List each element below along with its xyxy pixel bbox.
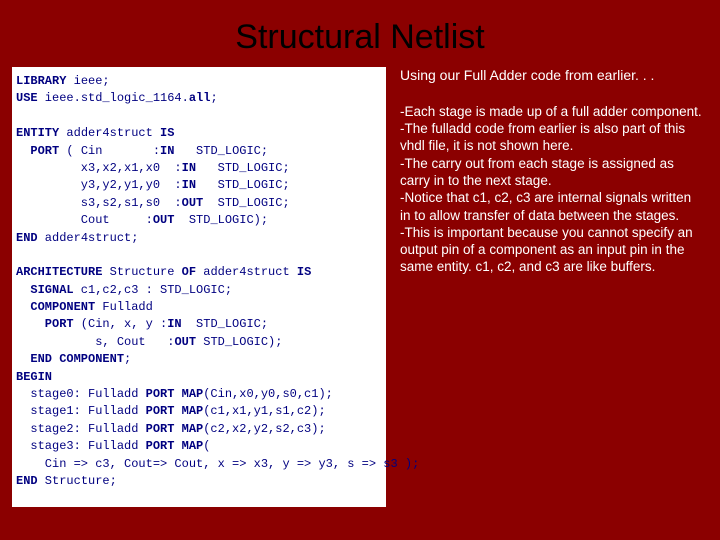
kw: OUT — [182, 196, 204, 210]
kw: IN — [182, 161, 196, 175]
t: Fulladd — [95, 300, 153, 314]
kw: END COMPONENT — [16, 352, 124, 366]
kw: IN — [160, 144, 174, 158]
kw: BEGIN — [16, 370, 52, 384]
t: stage2: Fulladd — [16, 422, 146, 436]
kw: PORT MAP — [146, 404, 204, 418]
t: ieee; — [66, 74, 109, 88]
kw: PORT MAP — [146, 439, 204, 453]
kw: IN — [167, 317, 181, 331]
kw: PORT — [16, 144, 59, 158]
kw: IS — [160, 126, 174, 140]
t: Structure — [102, 265, 181, 279]
t: adder4struct — [59, 126, 160, 140]
kw: END — [16, 474, 38, 488]
t: ; — [124, 352, 131, 366]
t: x3,x2,x1,x0 : — [16, 161, 182, 175]
t: (Cin,x0,y0,s0,c1); — [203, 387, 333, 401]
t: Structure; — [38, 474, 117, 488]
t: (c1,x1,y1,s1,c2); — [203, 404, 325, 418]
t: ( Cin : — [59, 144, 160, 158]
kw: IN — [182, 178, 196, 192]
kw: LIBRARY — [16, 74, 66, 88]
t: STD_LOGIC); — [196, 335, 282, 349]
t: ( — [203, 439, 210, 453]
t: ; — [210, 91, 217, 105]
explanation-column: Using our Full Adder code from earlier. … — [400, 67, 702, 507]
t: STD_LOGIC; — [203, 196, 289, 210]
t: y3,y2,y1,y0 : — [16, 178, 182, 192]
t: (c2,x2,y2,s2,c3); — [203, 422, 325, 436]
t: STD_LOGIC); — [174, 213, 268, 227]
kw: OUT — [153, 213, 175, 227]
slide: Structural Netlist LIBRARY ieee; USE iee… — [0, 0, 720, 540]
kw: PORT MAP — [146, 422, 204, 436]
content-row: LIBRARY ieee; USE ieee.std_logic_1164.al… — [0, 67, 720, 507]
t: Cout : — [16, 213, 153, 227]
kw: SIGNAL — [16, 283, 74, 297]
t: s, Cout : — [16, 335, 174, 349]
t: ieee.std_logic_1164. — [38, 91, 189, 105]
kw: END — [16, 231, 38, 245]
kw: PORT — [16, 317, 74, 331]
vhdl-code: LIBRARY ieee; USE ieee.std_logic_1164.al… — [12, 67, 386, 507]
t: STD_LOGIC; — [196, 161, 290, 175]
kw: OF — [182, 265, 196, 279]
t: s3,s2,s1,s0 : — [16, 196, 182, 210]
kw: USE — [16, 91, 38, 105]
kw: PORT MAP — [146, 387, 204, 401]
t: STD_LOGIC; — [196, 178, 290, 192]
kw: ENTITY — [16, 126, 59, 140]
intro-text: Using our Full Adder code from earlier. … — [400, 67, 702, 85]
t: adder4struct; — [38, 231, 139, 245]
kw: OUT — [174, 335, 196, 349]
kw: ARCHITECTURE — [16, 265, 102, 279]
t: stage0: Fulladd — [16, 387, 146, 401]
kw: COMPONENT — [16, 300, 95, 314]
t: stage1: Fulladd — [16, 404, 146, 418]
bullet-list: -Each stage is made up of a full adder c… — [400, 103, 702, 276]
kw: all — [189, 91, 211, 105]
t: (Cin, x, y : — [74, 317, 168, 331]
t: STD_LOGIC; — [174, 144, 268, 158]
t: adder4struct — [196, 265, 297, 279]
t: c1,c2,c3 : STD_LOGIC; — [74, 283, 232, 297]
kw: IS — [297, 265, 311, 279]
t: STD_LOGIC; — [182, 317, 268, 331]
t: Cin => c3, Cout=> Cout, x => x3, y => y3… — [16, 457, 419, 471]
slide-title: Structural Netlist — [0, 0, 720, 67]
t: stage3: Fulladd — [16, 439, 146, 453]
